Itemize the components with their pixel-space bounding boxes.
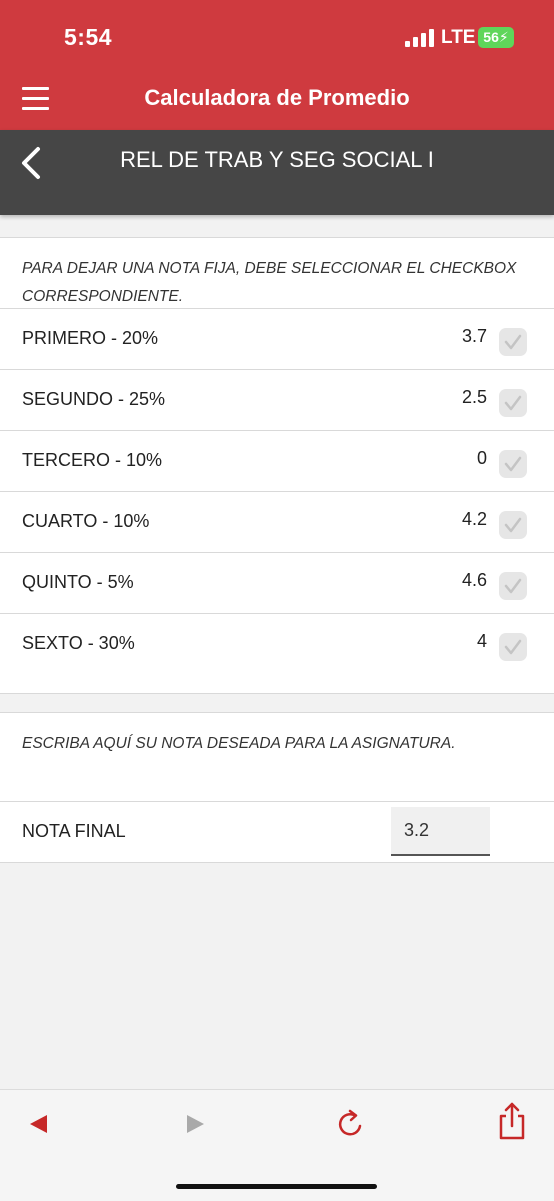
grade-row: CUARTO - 10% 4.2 xyxy=(0,492,554,553)
app-title: Calculadora de Promedio xyxy=(144,85,410,110)
grade-label: SEXTO - 30% xyxy=(22,633,135,653)
grade-label: PRIMERO - 20% xyxy=(22,328,159,348)
battery-icon: 56⚡ xyxy=(478,27,514,48)
grade-row: SEXTO - 30% 4 xyxy=(0,614,554,675)
checkmark-icon xyxy=(504,517,522,533)
grade-value[interactable]: 4.6 xyxy=(462,570,487,591)
forward-triangle-icon[interactable] xyxy=(177,1106,213,1142)
grade-row: PRIMERO - 20% 3.7 xyxy=(0,309,554,370)
reload-icon[interactable] xyxy=(333,1106,369,1142)
fix-grade-checkbox[interactable] xyxy=(499,389,527,417)
fixed-grade-note: PARA DEJAR UNA NOTA FIJA, DEBE SELECCION… xyxy=(0,238,554,309)
status-time: 5:54 xyxy=(64,24,113,50)
checkmark-icon xyxy=(504,456,522,472)
fix-grade-checkbox[interactable] xyxy=(499,633,527,661)
back-triangle-icon[interactable] xyxy=(21,1106,57,1142)
desired-grade-note: ESCRIBA AQUÍ SU NOTA DESEADA PARA LA ASI… xyxy=(0,713,554,802)
grade-label: TERCERO - 10% xyxy=(22,450,163,470)
final-grade-label: NOTA FINAL xyxy=(22,821,126,841)
grade-label: SEGUNDO - 25% xyxy=(22,389,166,409)
charging-bolt-icon: ⚡ xyxy=(498,29,509,45)
checkmark-icon xyxy=(504,334,522,350)
final-grade-row: NOTA FINAL xyxy=(0,802,554,863)
fix-grade-checkbox[interactable] xyxy=(499,450,527,478)
grade-value[interactable]: 4.2 xyxy=(462,509,487,530)
share-icon[interactable] xyxy=(494,1101,530,1140)
subject-header: REL DE TRAB Y SEG SOCIAL I xyxy=(0,130,554,215)
fix-grade-checkbox[interactable] xyxy=(499,572,527,600)
fix-grade-checkbox[interactable] xyxy=(499,511,527,539)
grade-label: CUARTO - 10% xyxy=(22,511,150,531)
home-indicator xyxy=(176,1184,377,1189)
final-grade-input[interactable] xyxy=(391,807,490,856)
grade-value[interactable]: 3.7 xyxy=(462,326,487,347)
grade-row: TERCERO - 10% 0 xyxy=(0,431,554,492)
grade-row: QUINTO - 5% 4.6 xyxy=(0,553,554,614)
subject-title: REL DE TRAB Y SEG SOCIAL I xyxy=(120,147,434,172)
checkmark-icon xyxy=(504,639,522,655)
battery-level: 56 xyxy=(483,29,499,45)
checkmark-icon xyxy=(504,578,522,594)
grade-row: SEGUNDO - 25% 2.5 xyxy=(0,370,554,431)
signal-icon xyxy=(405,29,435,47)
final-grade-card: ESCRIBA AQUÍ SU NOTA DESEADA PARA LA ASI… xyxy=(0,712,554,863)
status-bar: 5:54 LTE 56⚡ xyxy=(0,0,554,70)
grades-card: PARA DEJAR UNA NOTA FIJA, DEBE SELECCION… xyxy=(0,237,554,694)
grade-value[interactable]: 0 xyxy=(477,448,487,469)
carrier-label: LTE xyxy=(441,27,476,48)
checkmark-icon xyxy=(504,395,522,411)
fix-grade-checkbox[interactable] xyxy=(499,328,527,356)
grade-value[interactable]: 2.5 xyxy=(462,387,487,408)
app-bar: Calculadora de Promedio xyxy=(0,70,554,130)
grade-value[interactable]: 4 xyxy=(477,631,487,652)
grade-label: QUINTO - 5% xyxy=(22,572,134,592)
